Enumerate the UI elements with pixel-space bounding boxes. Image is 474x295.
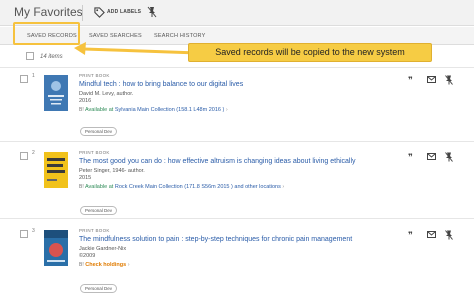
email-icon[interactable]: [427, 153, 436, 160]
availability-status: Available at: [84, 107, 114, 113]
email-icon[interactable]: [427, 76, 436, 83]
format-label: PRINT BOOK: [79, 73, 110, 78]
personal-label-tag[interactable]: Personal Dev: [80, 284, 118, 293]
record-number: 3: [32, 228, 35, 234]
record-title-link[interactable]: The most good you can do : how effective…: [79, 158, 356, 165]
availability: B! Available at Sylvania Main Collection…: [79, 107, 228, 113]
format-label: PRINT BOOK: [79, 228, 110, 233]
unpin-icon[interactable]: [147, 6, 157, 18]
availability: B! Check holdings ›: [79, 262, 130, 268]
select-all-checkbox[interactable]: [26, 52, 34, 60]
unpin-icon[interactable]: [445, 230, 453, 240]
quote-icon[interactable]: ❞: [408, 152, 413, 162]
record-title-link[interactable]: The mindfulness solution to pain : step-…: [79, 236, 352, 243]
availability-location[interactable]: Rock Creek: [115, 184, 144, 190]
tag-icon[interactable]: [94, 7, 105, 18]
record-checkbox[interactable]: [20, 75, 28, 83]
record-author: Jackie Gardner-Nix: [79, 246, 127, 252]
availability-status: Available at: [84, 184, 114, 190]
chevron-right-icon[interactable]: ›: [128, 262, 130, 268]
email-icon[interactable]: [427, 231, 436, 238]
record-checkbox[interactable]: [20, 230, 28, 238]
add-labels-button[interactable]: ADD LABELS: [107, 9, 141, 15]
personal-label-tag[interactable]: Personal Dev: [80, 127, 118, 136]
record-actions: ❞: [406, 152, 466, 164]
availability-collection[interactable]: Main Collection (171.8 S56m 2015 ): [145, 184, 233, 190]
callout-note: Saved records will be copied to the new …: [188, 43, 432, 62]
format-label: PRINT BOOK: [79, 150, 110, 155]
book-cover-image[interactable]: [44, 75, 68, 111]
items-count: 14 items: [40, 54, 63, 60]
callout-arrow-icon: [74, 42, 199, 55]
record-year: 2016: [79, 98, 92, 104]
book-cover-image[interactable]: [44, 152, 68, 188]
record-actions: ❞: [406, 230, 466, 242]
record-author: Peter Singer, 1946- author.: [79, 168, 145, 174]
record-item: 3 PRINT BOOK The mindfulness solution to…: [0, 224, 474, 295]
record-number: 2: [32, 150, 35, 156]
availability-icon: B!: [79, 184, 84, 190]
check-holdings-link[interactable]: Check holdings: [85, 262, 126, 268]
record-year: 2015: [79, 175, 92, 181]
toolbar-divider: [82, 5, 83, 21]
record-author: David M. Levy, author.: [79, 91, 134, 97]
chevron-right-icon[interactable]: ›: [226, 107, 228, 113]
page-title: My Favorites: [14, 5, 83, 19]
availability-icon: B!: [79, 107, 84, 113]
unpin-icon[interactable]: [445, 75, 453, 85]
availability: B! Available at Rock Creek Main Collecti…: [79, 184, 284, 190]
availability-collection[interactable]: Main Collection (158.1 L48m 2016 ): [137, 107, 224, 113]
other-locations-link[interactable]: and other locations: [234, 184, 280, 190]
availability-location[interactable]: Sylvania: [115, 107, 136, 113]
availability-icon: B!: [79, 262, 84, 268]
record-item: 2 PRINT BOOK The most good you can do : …: [0, 146, 474, 219]
unpin-icon[interactable]: [445, 152, 453, 162]
book-cover-image[interactable]: [44, 230, 68, 266]
record-number: 1: [32, 73, 35, 79]
record-item: 1 PRINT BOOK Mindful tech : how to bring…: [0, 69, 474, 142]
chevron-right-icon[interactable]: ›: [282, 184, 284, 190]
record-checkbox[interactable]: [20, 152, 28, 160]
record-year: ©2009: [79, 253, 96, 259]
record-title-link[interactable]: Mindful tech : how to bring balance to o…: [79, 81, 243, 88]
quote-icon[interactable]: ❞: [408, 230, 413, 240]
quote-icon[interactable]: ❞: [408, 75, 413, 85]
personal-label-tag[interactable]: Personal Dev: [80, 206, 118, 215]
record-actions: ❞: [406, 75, 466, 87]
